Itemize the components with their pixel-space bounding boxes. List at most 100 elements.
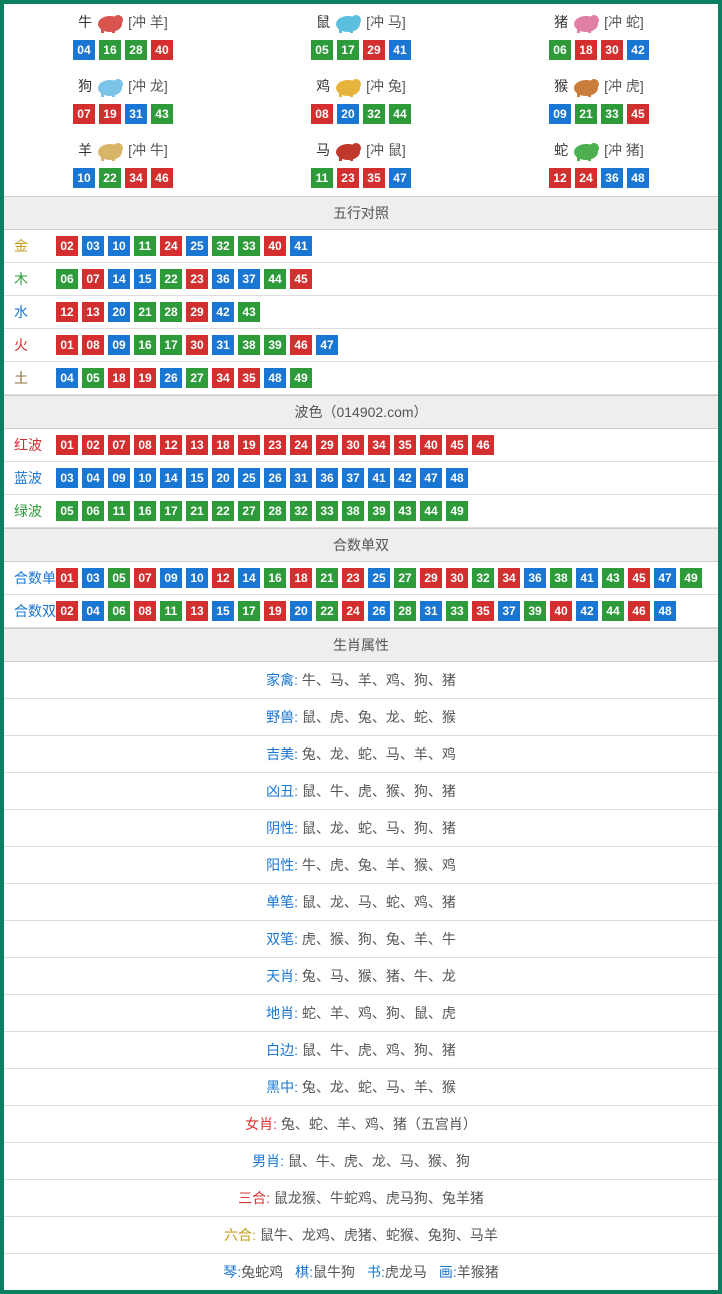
zodiac-cell-8: 蛇 [冲 猪] 12243648 [480,132,718,196]
number-ball: 32 [472,568,494,588]
bose-label: 绿波 [14,501,56,521]
number-ball: 18 [575,40,597,60]
number-ball: 30 [186,335,208,355]
number-ball: 23 [337,168,359,188]
attr-row-2: 吉美: 兔、龙、蛇、马、羊、鸡 [4,736,718,773]
attr-row-6: 单笔: 鼠、龙、马、蛇、鸡、猪 [4,884,718,921]
number-ball: 31 [212,335,234,355]
number-ball: 36 [524,568,546,588]
number-ball: 24 [342,601,364,621]
bose-rows: 红波 0102070812131819232429303435404546 蓝波… [4,429,718,528]
number-ball: 31 [125,104,147,124]
number-ball: 13 [82,302,104,322]
number-ball: 42 [212,302,234,322]
number-ball: 17 [160,501,182,521]
attr-value: 牛、虎、兔、羊、猴、鸡 [302,857,456,873]
number-ball: 32 [290,501,312,521]
number-ball: 08 [311,104,333,124]
number-ball: 36 [601,168,623,188]
number-ball: 29 [420,568,442,588]
zodiac-clash: [冲 龙] [128,76,168,96]
number-ball: 22 [99,168,121,188]
attr-value: 蛇、羊、鸡、狗、鼠、虎 [302,1005,456,1021]
attr-value: 鼠、牛、虎、鸡、狗、猪 [302,1042,456,1058]
attr-label: 三合: [238,1190,270,1206]
number-ball: 47 [389,168,411,188]
number-ball: 07 [73,104,95,124]
number-ball: 05 [56,501,78,521]
attr-row-3: 凶丑: 鼠、牛、虎、猴、狗、猪 [4,773,718,810]
number-ball: 23 [186,269,208,289]
bottom-pair-value: 虎龙马 [385,1264,427,1280]
zodiac-name: 牛 [78,12,92,32]
number-ball: 33 [316,501,338,521]
number-ball: 32 [212,236,234,256]
number-ball: 42 [394,468,416,488]
number-ball: 24 [160,236,182,256]
number-ball: 11 [134,236,156,256]
bose-row-0: 红波 0102070812131819232429303435404546 [4,429,718,462]
attr-value: 兔、龙、蛇、马、羊、鸡 [302,746,456,762]
number-ball: 35 [238,368,260,388]
number-ball: 49 [446,501,468,521]
number-ball: 29 [186,302,208,322]
heshu-balls: 0204060811131517192022242628313335373940… [56,601,708,621]
attr-label: 白边: [266,1042,298,1058]
number-ball: 38 [550,568,572,588]
zodiac-balls: 07193143 [4,104,242,124]
bose-balls: 0102070812131819232429303435404546 [56,435,708,455]
number-ball: 25 [186,236,208,256]
number-ball: 15 [212,601,234,621]
number-ball: 29 [363,40,385,60]
number-ball: 49 [290,368,312,388]
attr-label: 吉美: [266,746,298,762]
attr-label: 女肖: [245,1116,277,1132]
zodiac-name: 狗 [78,76,92,96]
number-ball: 33 [601,104,623,124]
number-ball: 30 [446,568,468,588]
number-ball: 15 [186,468,208,488]
attr-label: 天肖: [266,968,298,984]
bottom-pair-value: 兔蛇鸡 [241,1264,283,1280]
number-ball: 32 [363,104,385,124]
bottom-pair: 画:羊猴猪 [439,1264,499,1280]
number-ball: 11 [160,601,182,621]
number-ball: 20 [108,302,130,322]
zodiac-animal-icon [568,10,604,34]
number-ball: 17 [238,601,260,621]
number-ball: 44 [264,269,286,289]
number-ball: 31 [290,468,312,488]
number-ball: 48 [627,168,649,188]
number-ball: 42 [576,601,598,621]
heshu-rows: 合数单 010305070910121416182123252729303234… [4,562,718,628]
attr-label: 阳性: [266,857,298,873]
attr-value: 兔、马、猴、猪、牛、龙 [302,968,456,984]
zodiac-clash: [冲 羊] [128,12,168,32]
number-ball: 46 [628,601,650,621]
attr-label: 凶丑: [266,783,298,799]
number-ball: 16 [264,568,286,588]
attr-row-5: 阳性: 牛、虎、兔、羊、猴、鸡 [4,847,718,884]
wuxing-label: 木 [14,269,56,289]
zodiac-cell-6: 羊 [冲 牛] 10223446 [4,132,242,196]
number-ball: 10 [73,168,95,188]
bose-balls: 03040910141520252631363741424748 [56,468,708,488]
zodiac-animal-icon [568,74,604,98]
attr-row-13: 男肖: 鼠、牛、虎、龙、马、猴、狗 [4,1143,718,1180]
zodiac-clash: [冲 马] [366,12,406,32]
zodiac-cell-7: 马 [冲 鼠] 11233547 [242,132,480,196]
bottom-pair: 棋:鼠牛狗 [295,1264,355,1280]
number-ball: 21 [186,501,208,521]
wuxing-label: 火 [14,335,56,355]
bose-row-2: 绿波 05061116172122272832333839434449 [4,495,718,528]
number-ball: 48 [264,368,286,388]
heshu-label: 合数双 [14,601,56,621]
number-ball: 10 [108,236,130,256]
zodiac-clash: [冲 牛] [128,140,168,160]
number-ball: 12 [160,435,182,455]
zodiac-balls: 12243648 [480,168,718,188]
attr-value: 鼠、牛、虎、猴、狗、猪 [302,783,456,799]
attr-row-10: 白边: 鼠、牛、虎、鸡、狗、猪 [4,1032,718,1069]
number-ball: 41 [290,236,312,256]
attrs-rows: 家禽: 牛、马、羊、鸡、狗、猪 野兽: 鼠、虎、兔、龙、蛇、猴 吉美: 兔、龙、… [4,662,718,1254]
